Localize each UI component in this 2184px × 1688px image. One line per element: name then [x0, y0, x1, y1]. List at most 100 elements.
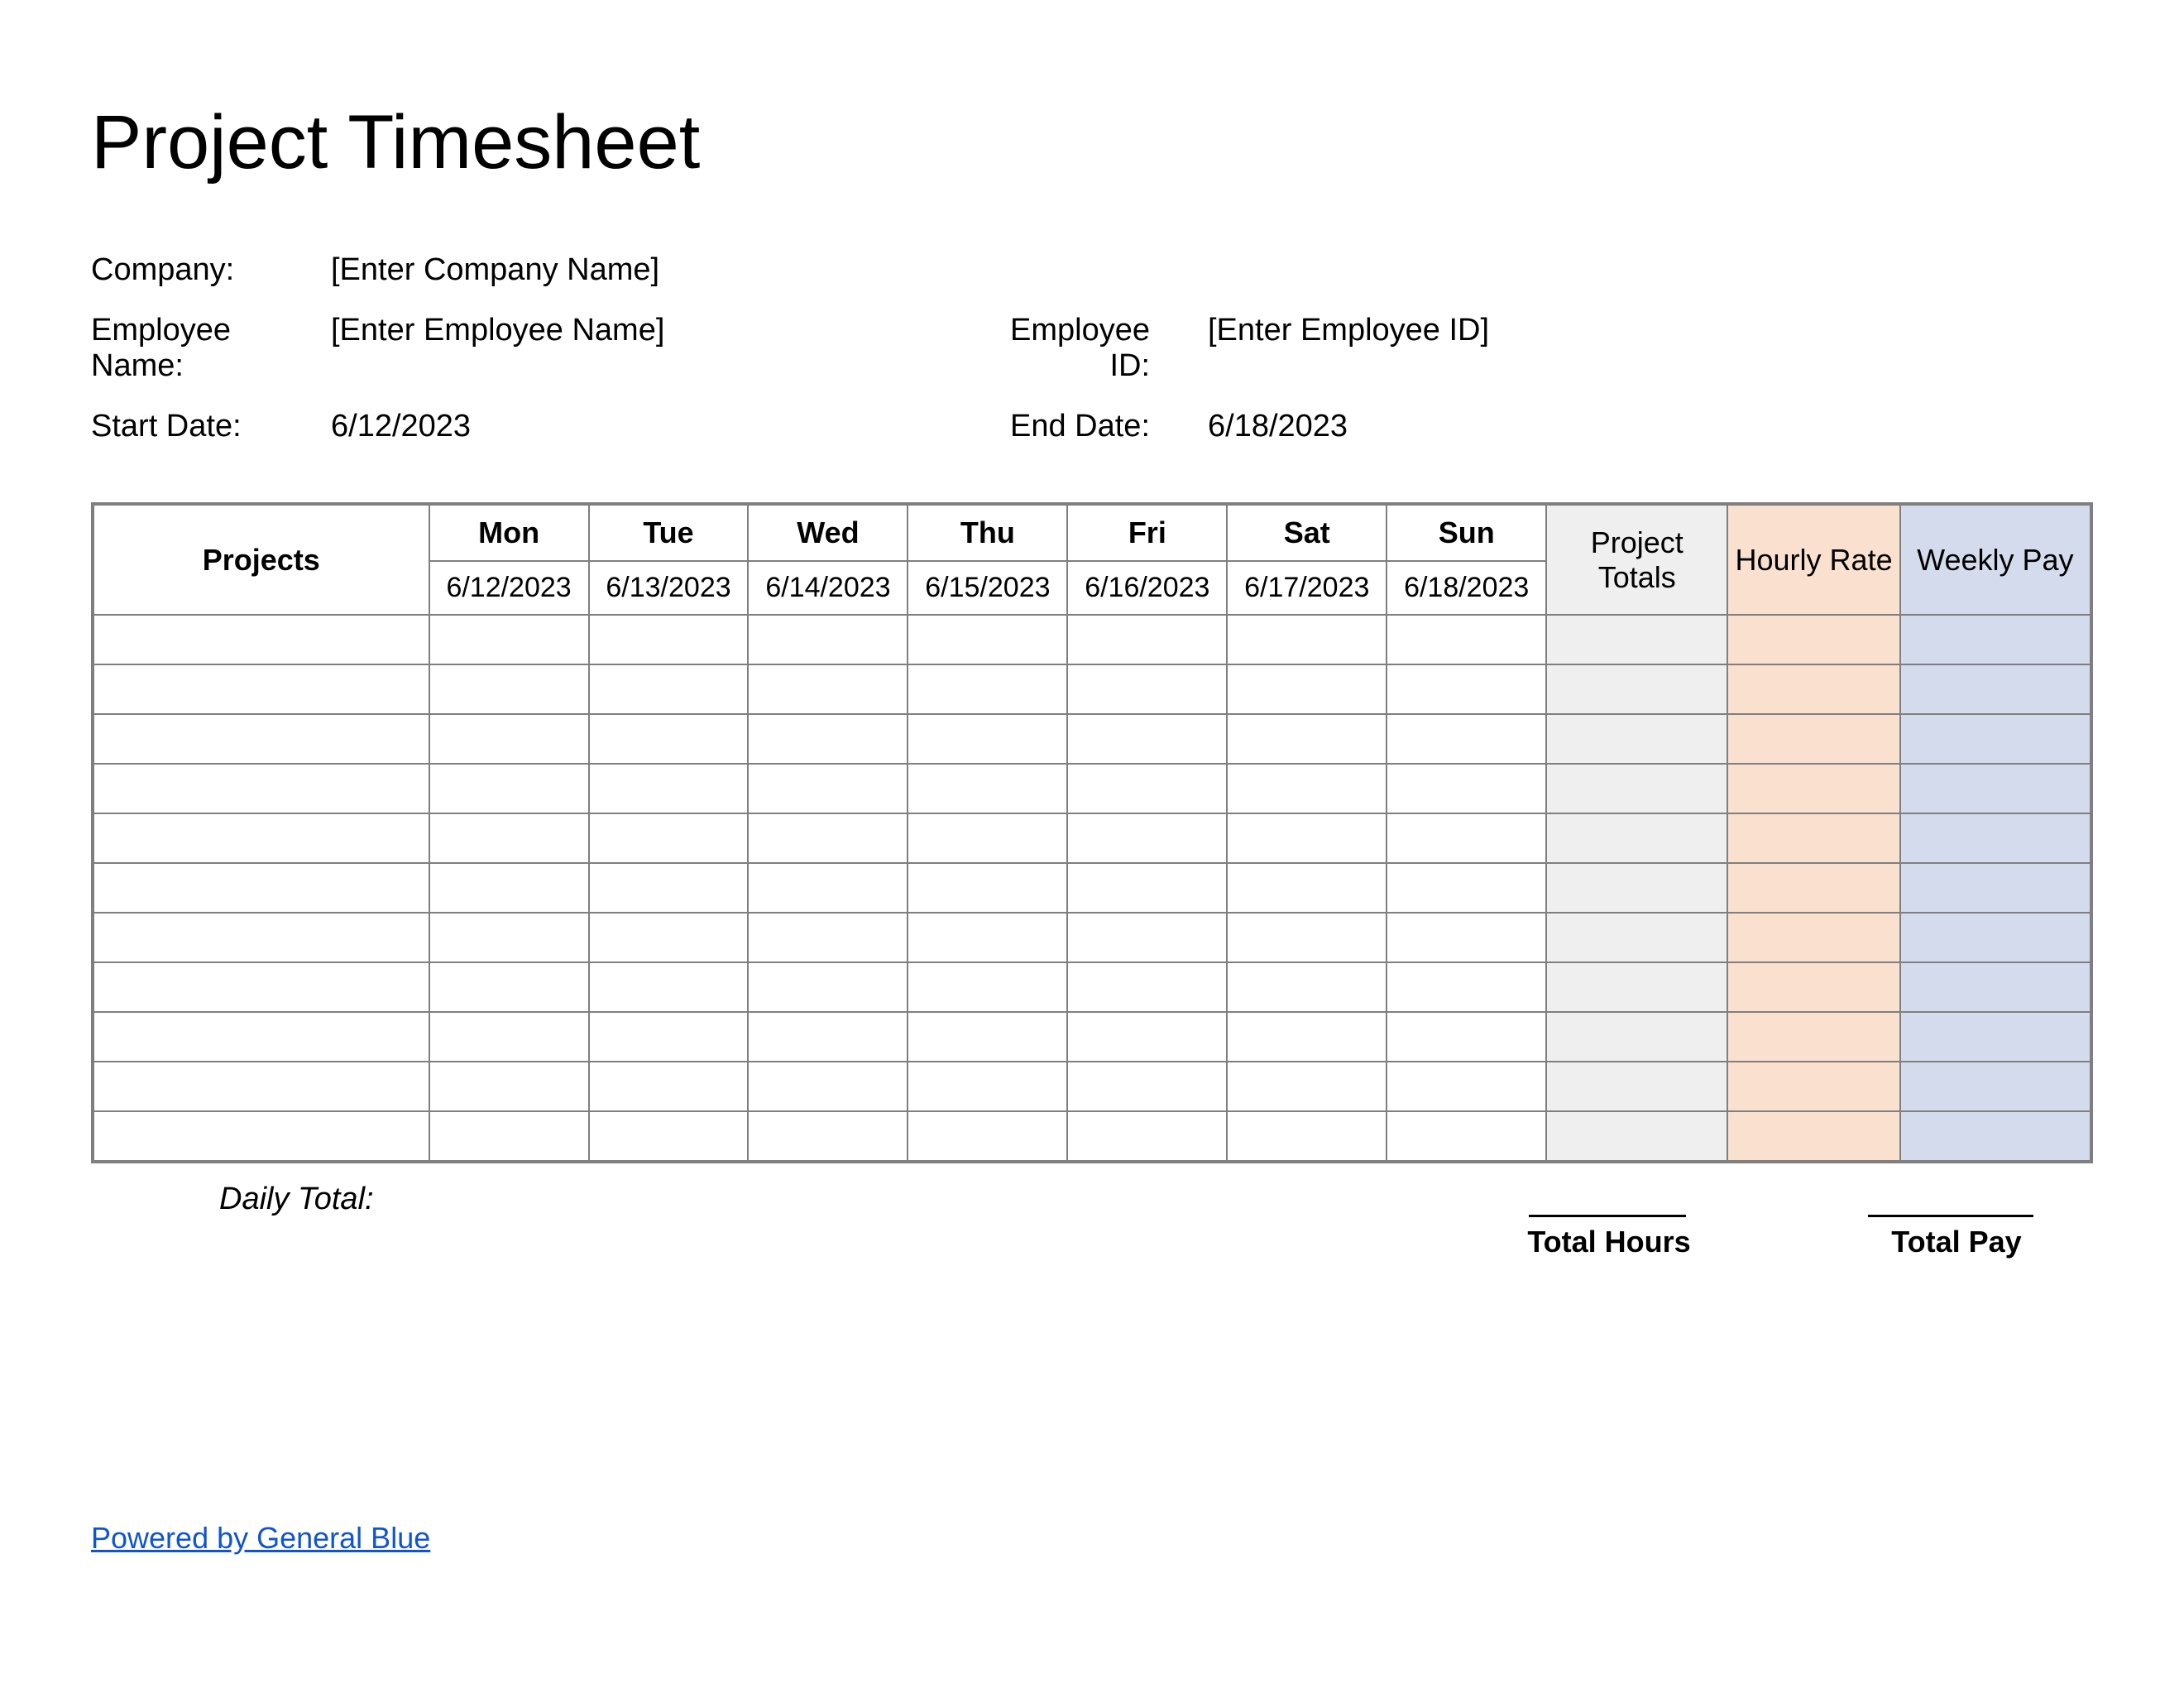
- employee-name-value[interactable]: [Enter Employee Name]: [331, 313, 968, 384]
- hours-cell[interactable]: [1227, 1062, 1387, 1111]
- hours-cell[interactable]: [748, 1062, 908, 1111]
- hours-cell[interactable]: [748, 764, 908, 813]
- hours-cell[interactable]: [1387, 913, 1546, 962]
- project-cell[interactable]: [93, 764, 429, 813]
- hours-cell[interactable]: [748, 813, 908, 863]
- hours-cell[interactable]: [1067, 813, 1227, 863]
- hourly-rate-cell[interactable]: [1727, 1111, 1899, 1161]
- hours-cell[interactable]: [589, 863, 749, 913]
- hours-cell[interactable]: [589, 1111, 749, 1161]
- hours-cell[interactable]: [908, 714, 1067, 764]
- hours-cell[interactable]: [589, 615, 749, 664]
- hours-cell[interactable]: [1387, 714, 1546, 764]
- hours-cell[interactable]: [1387, 1062, 1546, 1111]
- hours-cell[interactable]: [1067, 615, 1227, 664]
- hours-cell[interactable]: [589, 664, 749, 714]
- hourly-rate-cell[interactable]: [1727, 1012, 1899, 1062]
- project-cell[interactable]: [93, 1111, 429, 1161]
- project-cell[interactable]: [93, 863, 429, 913]
- hours-cell[interactable]: [1387, 1012, 1546, 1062]
- hours-cell[interactable]: [1067, 913, 1227, 962]
- hours-cell[interactable]: [748, 664, 908, 714]
- hours-cell[interactable]: [748, 962, 908, 1012]
- hours-cell[interactable]: [589, 1062, 749, 1111]
- start-date-value[interactable]: 6/12/2023: [331, 409, 968, 444]
- hours-cell[interactable]: [1227, 664, 1387, 714]
- hourly-rate-cell[interactable]: [1727, 1062, 1899, 1111]
- hours-cell[interactable]: [429, 664, 589, 714]
- hours-cell[interactable]: [1227, 962, 1387, 1012]
- hours-cell[interactable]: [1227, 813, 1387, 863]
- hours-cell[interactable]: [429, 615, 589, 664]
- hours-cell[interactable]: [908, 962, 1067, 1012]
- hours-cell[interactable]: [589, 1012, 749, 1062]
- hours-cell[interactable]: [1227, 863, 1387, 913]
- hours-cell[interactable]: [1067, 1012, 1227, 1062]
- hourly-rate-cell[interactable]: [1727, 962, 1899, 1012]
- hours-cell[interactable]: [1067, 1111, 1227, 1161]
- hours-cell[interactable]: [908, 913, 1067, 962]
- hourly-rate-cell[interactable]: [1727, 664, 1899, 714]
- hours-cell[interactable]: [1067, 863, 1227, 913]
- hours-cell[interactable]: [908, 863, 1067, 913]
- hours-cell[interactable]: [748, 1111, 908, 1161]
- project-cell[interactable]: [93, 714, 429, 764]
- hours-cell[interactable]: [908, 615, 1067, 664]
- hours-cell[interactable]: [589, 714, 749, 764]
- hours-cell[interactable]: [908, 1012, 1067, 1062]
- project-cell[interactable]: [93, 664, 429, 714]
- company-value[interactable]: [Enter Company Name]: [331, 252, 968, 288]
- hours-cell[interactable]: [1067, 764, 1227, 813]
- hours-cell[interactable]: [748, 863, 908, 913]
- hours-cell[interactable]: [908, 813, 1067, 863]
- hours-cell[interactable]: [589, 913, 749, 962]
- project-cell[interactable]: [93, 913, 429, 962]
- hours-cell[interactable]: [748, 1012, 908, 1062]
- hourly-rate-cell[interactable]: [1727, 764, 1899, 813]
- hours-cell[interactable]: [1227, 1012, 1387, 1062]
- hours-cell[interactable]: [1387, 813, 1546, 863]
- hours-cell[interactable]: [748, 913, 908, 962]
- hours-cell[interactable]: [429, 1012, 589, 1062]
- project-cell[interactable]: [93, 615, 429, 664]
- hours-cell[interactable]: [589, 962, 749, 1012]
- hours-cell[interactable]: [1387, 863, 1546, 913]
- hours-cell[interactable]: [908, 1062, 1067, 1111]
- end-date-value[interactable]: 6/18/2023: [1208, 409, 1845, 444]
- hours-cell[interactable]: [429, 1062, 589, 1111]
- hours-cell[interactable]: [908, 1111, 1067, 1161]
- hours-cell[interactable]: [1067, 664, 1227, 714]
- employee-id-value[interactable]: [Enter Employee ID]: [1208, 313, 1845, 384]
- hours-cell[interactable]: [1227, 1111, 1387, 1161]
- powered-by-link[interactable]: Powered by General Blue: [91, 1521, 430, 1556]
- hourly-rate-cell[interactable]: [1727, 863, 1899, 913]
- hours-cell[interactable]: [429, 962, 589, 1012]
- hours-cell[interactable]: [1067, 714, 1227, 764]
- project-cell[interactable]: [93, 1062, 429, 1111]
- hours-cell[interactable]: [908, 764, 1067, 813]
- hours-cell[interactable]: [429, 714, 589, 764]
- hours-cell[interactable]: [748, 714, 908, 764]
- hours-cell[interactable]: [1387, 615, 1546, 664]
- hours-cell[interactable]: [1387, 1111, 1546, 1161]
- project-cell[interactable]: [93, 962, 429, 1012]
- hours-cell[interactable]: [429, 913, 589, 962]
- project-cell[interactable]: [93, 813, 429, 863]
- project-cell[interactable]: [93, 1012, 429, 1062]
- hours-cell[interactable]: [429, 813, 589, 863]
- hourly-rate-cell[interactable]: [1727, 913, 1899, 962]
- hourly-rate-cell[interactable]: [1727, 813, 1899, 863]
- hourly-rate-cell[interactable]: [1727, 615, 1899, 664]
- hours-cell[interactable]: [748, 615, 908, 664]
- hours-cell[interactable]: [1227, 714, 1387, 764]
- hourly-rate-cell[interactable]: [1727, 714, 1899, 764]
- hours-cell[interactable]: [589, 764, 749, 813]
- hours-cell[interactable]: [429, 1111, 589, 1161]
- hours-cell[interactable]: [1067, 1062, 1227, 1111]
- hours-cell[interactable]: [1387, 764, 1546, 813]
- hours-cell[interactable]: [589, 813, 749, 863]
- hours-cell[interactable]: [1227, 764, 1387, 813]
- hours-cell[interactable]: [1387, 962, 1546, 1012]
- hours-cell[interactable]: [1227, 913, 1387, 962]
- hours-cell[interactable]: [429, 764, 589, 813]
